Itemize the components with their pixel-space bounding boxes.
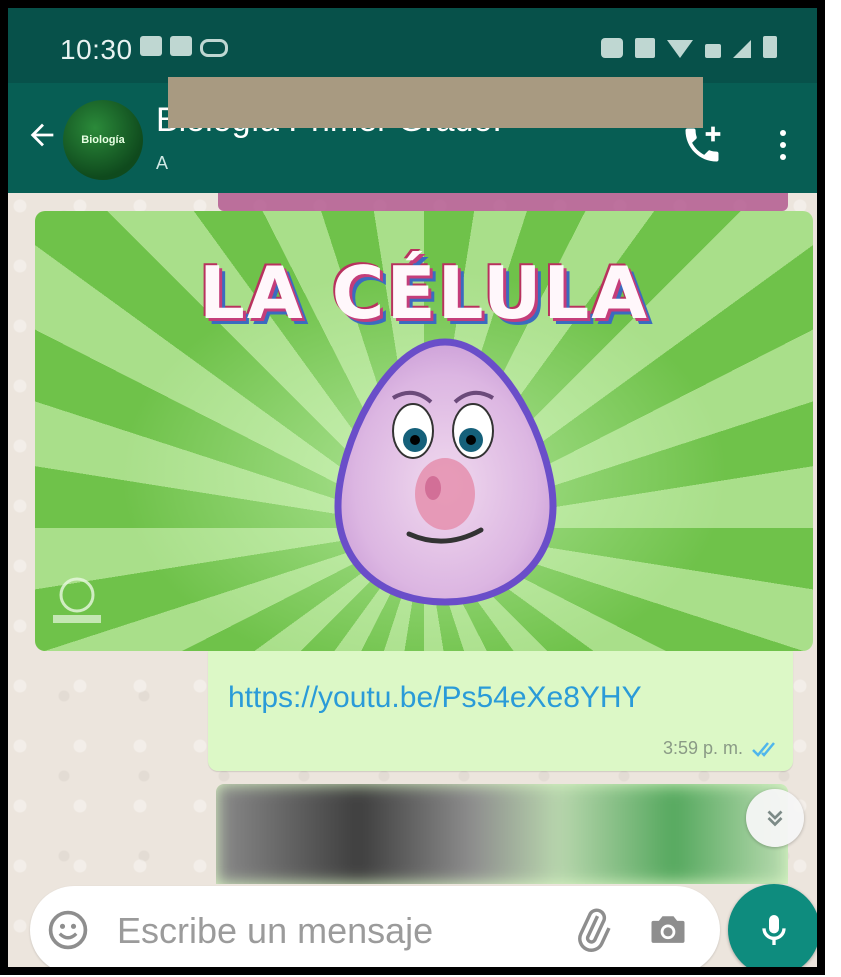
status-bar: 10:30 xyxy=(8,8,817,83)
blurred-preview xyxy=(216,784,788,884)
add-call-button[interactable] xyxy=(680,123,724,167)
emoji-button[interactable] xyxy=(46,908,90,952)
status-time: 10:30 xyxy=(60,34,133,65)
message-input[interactable] xyxy=(115,902,559,960)
cell-character-illustration xyxy=(334,338,557,606)
paperclip-icon xyxy=(578,908,611,952)
notification-icons xyxy=(140,36,228,57)
phone-screen: 10:30 Biología Biología Primer Grado. A xyxy=(0,0,825,975)
microphone-icon xyxy=(762,915,786,945)
thumbnail-title: LA CÉLULA xyxy=(198,251,650,335)
double-check-icon xyxy=(752,741,775,757)
message-meta: 3:59 p. m. xyxy=(663,738,781,759)
chat-subtitle: A xyxy=(156,153,169,173)
system-icons xyxy=(601,36,777,58)
previous-message-edge xyxy=(218,193,788,211)
alarm-icon xyxy=(601,38,623,58)
voicemail-icon xyxy=(200,39,228,57)
battery-icon xyxy=(763,36,777,58)
message-time: 3:59 p. m. xyxy=(662,738,743,758)
cast-icon xyxy=(170,36,192,56)
channel-logo-icon xyxy=(53,577,101,623)
outgoing-message-bubble: https://youtu.be/Ps54eXe8YHY 3:59 p. m. xyxy=(208,651,793,771)
avatar-label: Biología xyxy=(81,134,125,146)
phone-plus-icon xyxy=(685,126,721,162)
redaction-box xyxy=(168,77,703,128)
camera-icon xyxy=(651,916,685,943)
group-avatar[interactable]: Biología xyxy=(63,100,143,180)
smiley-icon xyxy=(48,910,88,950)
voice-record-button[interactable] xyxy=(728,884,817,967)
scroll-to-bottom-button[interactable] xyxy=(746,789,804,847)
next-media-message[interactable] xyxy=(216,784,788,884)
double-chevron-down-icon xyxy=(767,810,783,827)
mute-icon xyxy=(635,38,655,58)
youtube-link[interactable]: https://youtu.be/Ps54eXe8YHY xyxy=(228,681,642,715)
more-options-icon[interactable] xyxy=(771,123,795,167)
video-thumbnail-message[interactable]: LA CÉLULA xyxy=(35,211,813,651)
wifi-icon xyxy=(667,40,693,58)
camera-button[interactable] xyxy=(646,908,690,952)
message-icon xyxy=(140,36,162,56)
signal-icon xyxy=(733,40,751,58)
data-icon xyxy=(705,44,721,58)
back-arrow-icon[interactable] xyxy=(22,113,62,157)
message-composer xyxy=(30,886,720,967)
attach-button[interactable] xyxy=(570,906,616,952)
back-arrow-icon xyxy=(30,123,54,147)
